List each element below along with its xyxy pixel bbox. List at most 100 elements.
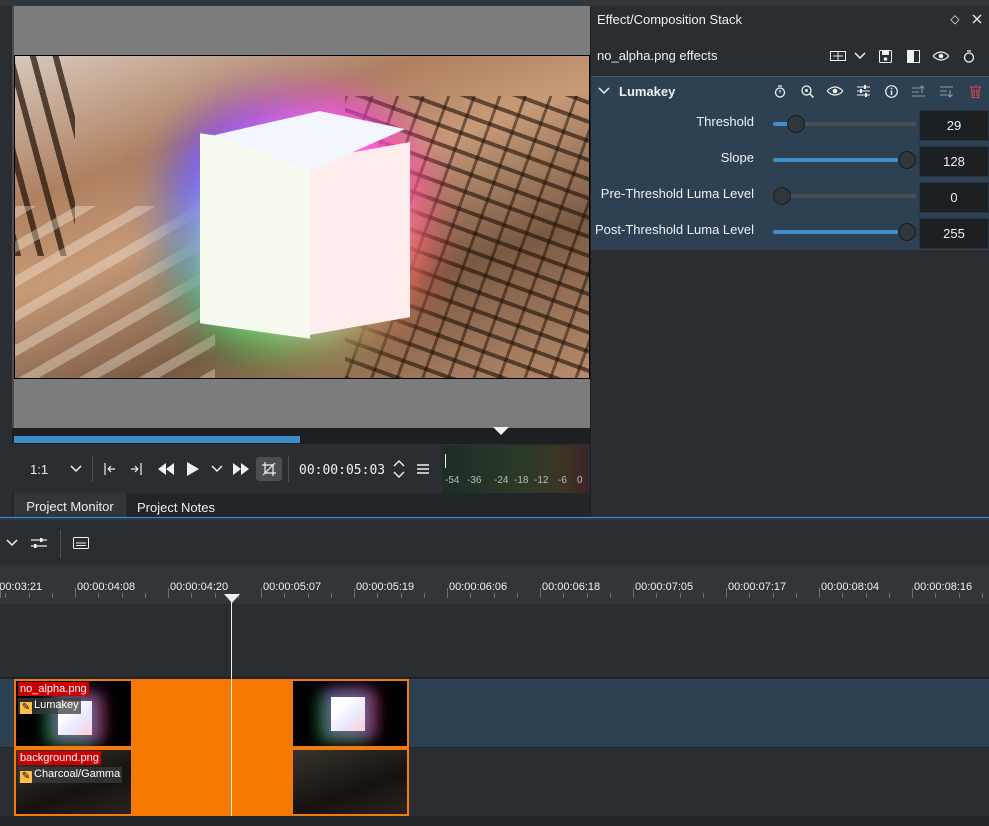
post-threshold-value[interactable]: 255 [919,218,989,249]
ruler-minor-tick [377,593,379,598]
ruler-label: 00:00:03:21 [0,581,43,593]
effect-title[interactable]: Lumakey [619,84,675,99]
composition-clip[interactable] [133,679,293,816]
chevron-down-icon[interactable] [2,532,22,554]
play-icon[interactable] [182,458,204,480]
slope-value[interactable]: 128 [919,146,989,177]
clip-name: background.png [18,751,101,765]
timer-icon[interactable] [771,82,789,100]
chevron-down-icon[interactable] [66,458,86,480]
crop-icon[interactable] [256,457,282,481]
float-panel-icon[interactable]: ◇ [947,11,963,27]
ruler-minor-tick [842,593,844,598]
zoom-label[interactable]: 1:1 [30,462,48,477]
ruler-minor-tick [98,593,100,598]
db-tick: -18 [514,475,529,486]
db-tick: -54 [445,475,460,486]
timeline-ruler[interactable]: 00:00:03:21 00:00:04:08 00:00:04:20 00:00:0… [0,566,989,604]
param-label-slope: Slope [720,150,754,165]
playhead-handle[interactable] [224,594,240,603]
ruler-minor-tick [563,593,565,598]
ruler-minor-tick [121,593,123,598]
slider-handle[interactable] [898,151,916,169]
compare-icon[interactable] [827,46,849,66]
timecode-spin-icon[interactable] [391,456,407,482]
ruler-minor-tick [330,593,332,598]
db-tick: -36 [467,475,482,486]
timeline-playhead[interactable] [231,596,232,816]
clip-background-right[interactable] [291,748,409,816]
ruler-tick [726,588,727,598]
param-label-post-threshold: Post-Threshold Luma Level [595,222,754,237]
panel-title: Effect/Composition Stack [597,12,742,27]
forward-icon[interactable] [229,458,253,480]
clip-no-alpha-right[interactable] [291,679,409,748]
ruler-minor-tick [935,593,937,598]
close-icon[interactable] [969,11,985,27]
ruler-minor-tick [609,593,611,598]
ruler-minor-tick [493,593,495,598]
menu-icon[interactable] [413,458,433,480]
video-preview[interactable] [14,55,590,379]
clip-thumbnail [293,750,407,814]
delete-icon[interactable] [966,82,984,100]
chevron-down-icon[interactable] [852,46,868,66]
collapse-chevron-icon[interactable] [597,83,611,99]
ruler-label: 00:00:06:18 [542,581,601,593]
ruler-minor-tick [958,593,960,598]
slope-slider[interactable] [773,151,916,169]
ruler-tick [912,588,913,598]
save-stack-icon[interactable] [874,46,896,66]
clip-background-left[interactable]: background.png ✎ Charcoal/Gamma [14,748,133,816]
ruler-tick [261,588,262,598]
threshold-slider[interactable] [773,115,916,133]
ruler-label: 00:00:08:04 [821,581,880,593]
timeline-settings-icon[interactable] [28,532,50,554]
eye-icon[interactable] [930,46,952,66]
set-zone-out-icon[interactable] [126,458,148,480]
pre-threshold-slider[interactable] [773,187,916,205]
timeline-track-spacer [0,816,989,826]
ruler-minor-tick [679,593,681,598]
ruler-minor-tick [5,593,7,598]
ruler-tick [168,588,169,598]
split-view-icon[interactable] [902,46,924,66]
eye-icon[interactable] [826,82,844,100]
subtitle-icon[interactable] [70,532,92,554]
move-up-icon[interactable] [909,82,927,100]
pre-threshold-value[interactable]: 0 [919,182,989,213]
reset-icon[interactable] [958,46,980,66]
effect-badge-icon: ✎ [20,771,32,783]
timeline-tracks: no_alpha.png ✎ Lumakey background.png ✎ Ch… [0,604,989,826]
ruler-label: 00:00:06:06 [449,581,508,593]
monitor-progress-bar [14,436,300,443]
ruler-tick [354,588,355,598]
ruler-minor-tick [191,593,193,598]
ruler-minor-tick [214,593,216,598]
ruler-minor-tick [516,593,518,598]
settings-sliders-icon[interactable] [854,82,872,100]
play-options-chevron-icon[interactable] [207,458,227,480]
ruler-minor-tick [28,593,30,598]
clip-effect-label: ✎ Lumakey [18,698,81,714]
clip-no-alpha-left[interactable]: no_alpha.png ✎ Lumakey [14,679,133,748]
monitor-playhead-marker[interactable] [493,427,509,435]
slider-handle[interactable] [787,115,806,133]
ruler-minor-tick [400,593,402,598]
audio-meter: -54 -36 -24 -18 -12 -6 0 [443,446,588,493]
zoom-search-icon[interactable] [798,82,816,100]
monitor-timecode[interactable]: 00:00:05:03 [299,463,385,478]
ruler-label: 00:00:04:20 [170,581,229,593]
set-zone-in-icon[interactable] [98,458,120,480]
threshold-value[interactable]: 29 [919,110,989,141]
param-label-threshold: Threshold [696,114,754,129]
slider-handle[interactable] [773,187,791,205]
info-icon[interactable] [882,82,900,100]
move-down-icon[interactable] [937,82,955,100]
slider-handle[interactable] [898,223,916,241]
ruler-minor-tick [772,593,774,598]
ruler-minor-tick [284,593,286,598]
post-threshold-slider[interactable] [773,223,916,241]
rewind-icon[interactable] [154,458,178,480]
timeline-track-empty[interactable] [0,604,989,678]
